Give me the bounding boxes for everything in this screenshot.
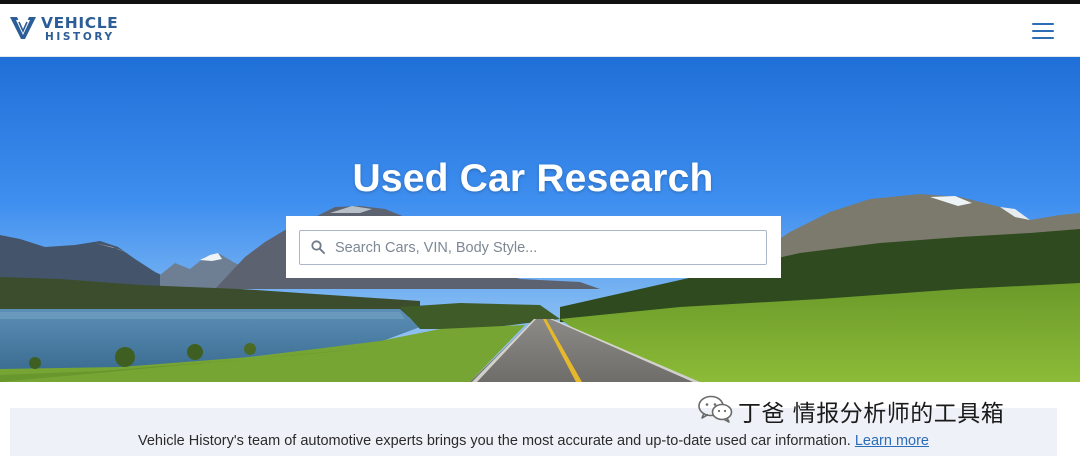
search-card <box>286 216 781 278</box>
wechat-icon <box>698 395 733 423</box>
search-icon <box>311 240 325 254</box>
search-input[interactable] <box>335 231 755 264</box>
learn-more-link[interactable]: Learn more <box>855 433 929 449</box>
info-message: Vehicle History's team of automotive exp… <box>137 433 855 449</box>
logo-text-vehicle: VEHICLE <box>41 14 119 32</box>
hero-title: Used Car Research <box>352 157 714 200</box>
watermark: 丁爸 情报分析师的工具箱 <box>696 392 1056 427</box>
vehicle-history-logo[interactable]: VEHICLE HISTORY <box>10 14 140 45</box>
info-text: Vehicle History's team of automotive exp… <box>10 433 1057 449</box>
watermark-text: 丁爸 情报分析师的工具箱 <box>738 401 1005 427</box>
hero-banner: Used Car Research <box>0 57 1080 382</box>
logo-mark-icon <box>10 17 36 39</box>
site-header: VEHICLE HISTORY <box>0 4 1080 57</box>
hamburger-menu-icon[interactable] <box>1030 20 1056 42</box>
logo-text-history: HISTORY <box>45 31 115 43</box>
search-box[interactable] <box>299 230 767 265</box>
